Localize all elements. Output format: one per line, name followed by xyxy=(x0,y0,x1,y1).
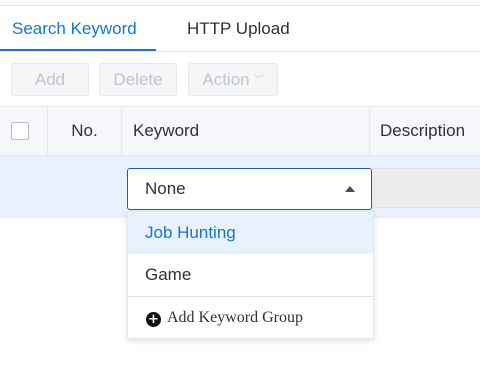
column-header-keyword: Keyword xyxy=(122,107,370,155)
tab-http-upload[interactable]: HTTP Upload xyxy=(187,6,307,51)
add-keyword-group-button[interactable]: + Add Keyword Group xyxy=(128,297,373,338)
delete-button-label: Delete xyxy=(113,70,163,89)
keyword-dropdown: Job Hunting Game + Add Keyword Group xyxy=(127,211,374,339)
table-header: No. Keyword Description xyxy=(0,106,480,156)
action-button-label: Action xyxy=(202,70,250,89)
chevron-down-icon: ﹀ xyxy=(253,75,264,86)
keyword-select[interactable]: None xyxy=(127,168,372,210)
add-button[interactable]: Add xyxy=(11,63,89,96)
column-header-description: Description xyxy=(380,121,466,140)
delete-button[interactable]: Delete xyxy=(99,63,177,96)
header-select-all-cell xyxy=(0,107,48,155)
keyword-select-value: None xyxy=(145,179,186,198)
plus-circle-icon: + xyxy=(146,312,161,327)
select-all-checkbox[interactable] xyxy=(11,122,29,140)
tab-search-keyword[interactable]: Search Keyword xyxy=(0,6,156,51)
add-button-label: Add xyxy=(34,70,66,89)
option-game[interactable]: Game xyxy=(128,254,373,296)
tab-bar: Search Keyword HTTP Upload xyxy=(0,6,480,52)
caret-up-icon xyxy=(345,186,355,192)
column-header-no: No. xyxy=(48,107,122,155)
add-keyword-group-label: Add Keyword Group xyxy=(167,309,303,326)
option-job-hunting[interactable]: Job Hunting xyxy=(128,212,373,254)
action-button[interactable]: Action ﹀ xyxy=(188,63,278,96)
toolbar: Add Delete Action ﹀ xyxy=(0,52,480,106)
description-input[interactable] xyxy=(372,168,480,208)
